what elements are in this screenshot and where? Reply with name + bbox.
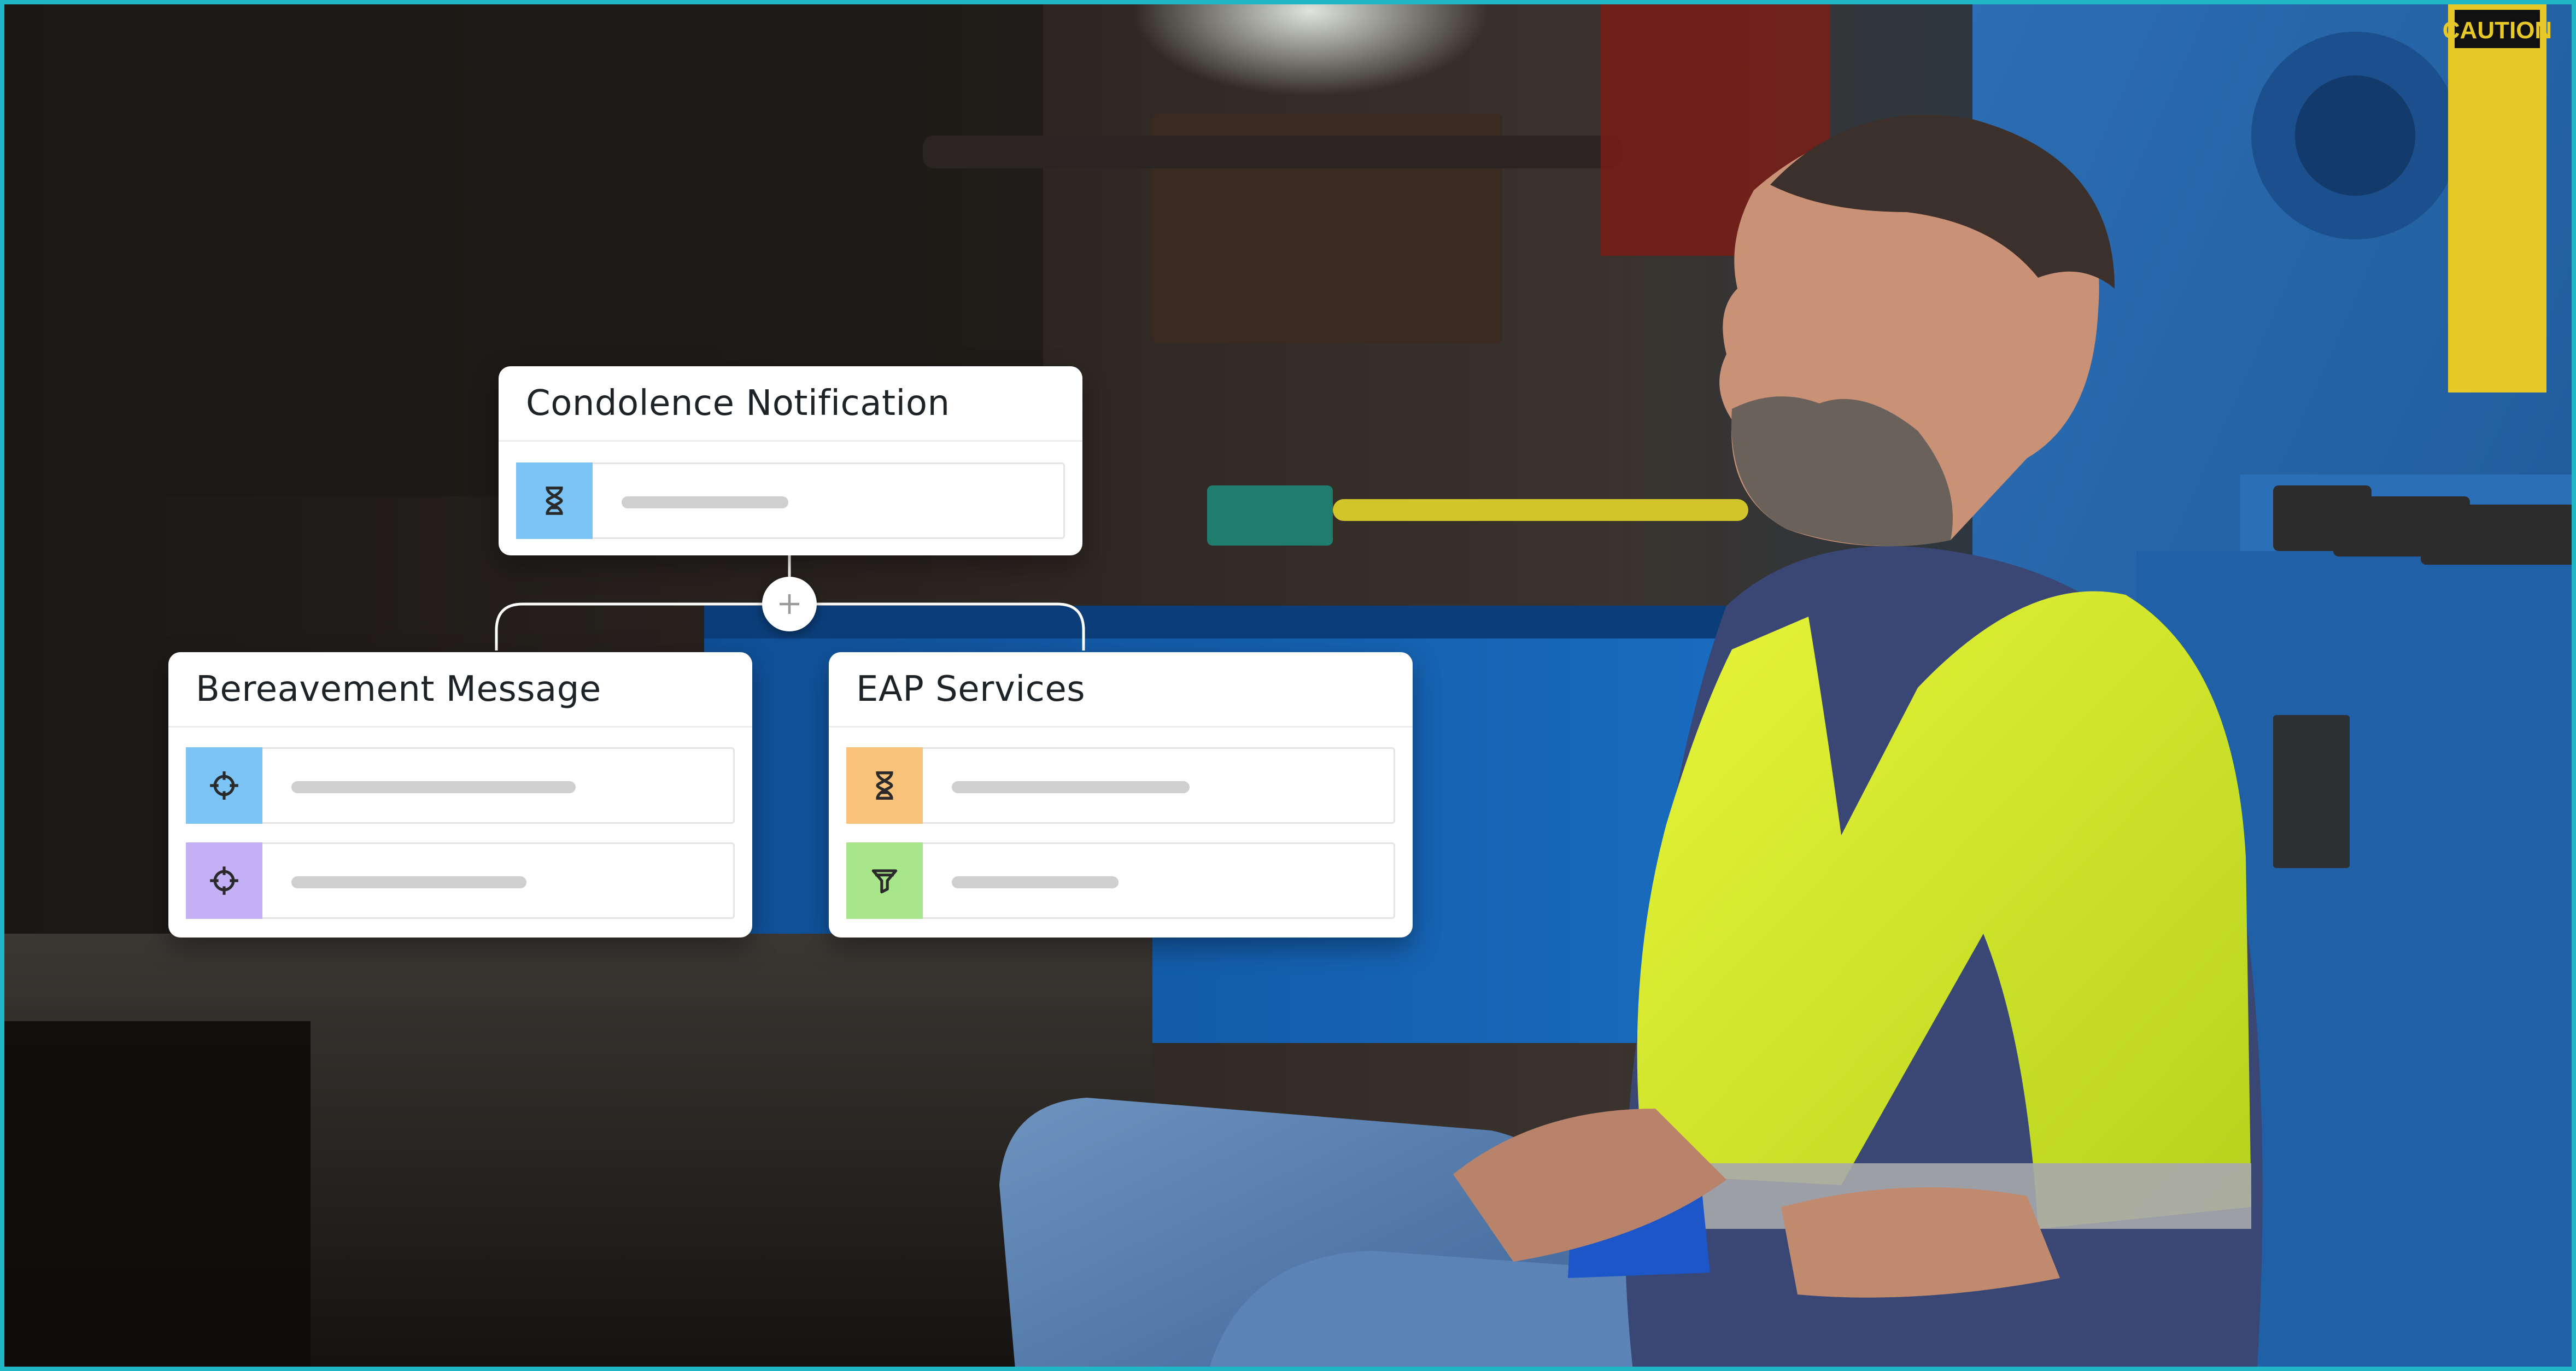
card-step-row[interactable] xyxy=(186,747,735,824)
eap-services-card[interactable]: EAP Services xyxy=(829,652,1413,938)
plus-icon xyxy=(780,594,799,614)
hourglass-icon xyxy=(846,747,923,824)
card-title: Condolence Notification xyxy=(499,366,1082,442)
app-frame: CAUTION Condolence Notification Bereavem… xyxy=(0,0,2576,1371)
bereavement-message-card[interactable]: Bereavement Message xyxy=(168,652,752,938)
placeholder-bar xyxy=(291,876,526,888)
placeholder-bar xyxy=(952,876,1119,888)
filter-icon xyxy=(846,842,923,919)
placeholder-bar xyxy=(952,781,1190,793)
card-step-row[interactable] xyxy=(846,747,1395,824)
condolence-notification-card[interactable]: Condolence Notification xyxy=(499,366,1082,555)
crosshair-icon xyxy=(186,747,262,824)
card-title: EAP Services xyxy=(829,652,1413,728)
add-step-button[interactable] xyxy=(762,577,817,631)
card-title: Bereavement Message xyxy=(168,652,752,728)
crosshair-icon xyxy=(186,842,262,919)
card-step-row[interactable] xyxy=(846,842,1395,919)
card-step-row[interactable] xyxy=(186,842,735,919)
placeholder-bar xyxy=(291,781,576,793)
card-step-row[interactable] xyxy=(516,462,1065,539)
placeholder-bar xyxy=(622,496,788,508)
hourglass-icon xyxy=(516,462,593,539)
